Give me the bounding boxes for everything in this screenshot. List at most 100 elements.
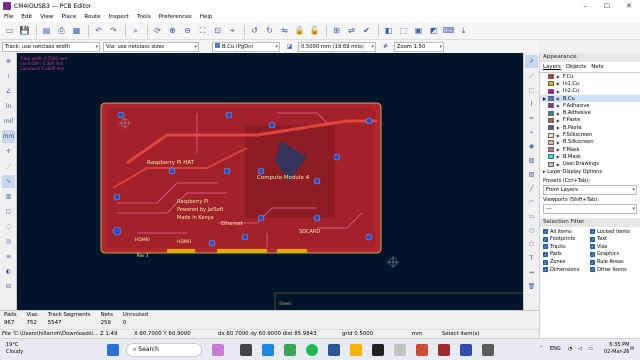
tab-layers[interactable]: Layers xyxy=(543,64,561,70)
local-ratsnest-icon[interactable]: ⟋ xyxy=(525,70,538,83)
pad-sketch-icon[interactable]: ◌ xyxy=(2,220,15,233)
checkbox-checked-icon[interactable]: ✓ xyxy=(590,236,595,242)
battery-icon[interactable]: ▭ xyxy=(588,346,593,352)
terminal-icon[interactable] xyxy=(372,344,384,356)
footprint-editor-icon[interactable]: ⬚ xyxy=(397,24,410,37)
checkbox-checked-icon[interactable]: ✓ xyxy=(543,236,548,242)
layer-row[interactable]: ◉ B.Silkscreen xyxy=(540,139,640,146)
page-settings-icon[interactable]: ▤ xyxy=(40,24,53,37)
units-inch-icon[interactable]: in xyxy=(2,100,15,113)
zone-outline-icon[interactable]: ▢ xyxy=(2,205,15,218)
maximize-button[interactable]: ☐ xyxy=(596,0,618,12)
selection-filter-item[interactable]: ✓ Text xyxy=(590,235,637,243)
word-icon[interactable] xyxy=(328,344,340,356)
dimension-icon[interactable]: ↔ xyxy=(525,266,538,279)
eye-visibility-icon[interactable]: ◉ xyxy=(556,140,561,145)
layer-row[interactable]: ◉ B.Mask xyxy=(540,153,640,160)
refresh-icon[interactable]: ⟳ xyxy=(151,24,164,37)
layer-display-options-toggle[interactable]: ▸ Layer Display Options xyxy=(540,168,640,176)
menu-view[interactable]: View xyxy=(40,14,53,20)
drc-icon[interactable]: ✔ xyxy=(360,24,373,37)
diff-pair-icon[interactable]: ≈ xyxy=(525,112,538,125)
rotate-cw-icon[interactable]: ↻ xyxy=(263,24,276,37)
presets-dropdown[interactable]: Front Layers ▾ xyxy=(543,184,637,195)
layer-color-swatch[interactable] xyxy=(548,103,554,109)
layer-row[interactable]: ◉ F.Paste xyxy=(540,117,640,124)
tab-objects[interactable]: Objects xyxy=(566,64,586,70)
selection-filter-item[interactable]: ✓ Graphics xyxy=(590,251,637,259)
add-footprint-icon[interactable]: ⬚ xyxy=(525,84,538,97)
layer-row[interactable]: ◉ B.Adhesive xyxy=(540,109,640,116)
draw-circle-icon[interactable]: ○ xyxy=(525,224,538,237)
menu-file[interactable]: File xyxy=(4,14,13,20)
grid-toggle-icon[interactable]: ⁞ xyxy=(2,70,15,83)
selection-filter-item[interactable]: ✓ Vias xyxy=(590,243,637,251)
lock-icon[interactable]: 🔒 xyxy=(293,24,306,37)
checkbox-checked-icon[interactable]: ✓ xyxy=(590,251,595,257)
pdf-reader-icon[interactable] xyxy=(438,344,450,356)
eye-visibility-icon[interactable]: ◉ xyxy=(556,133,561,138)
checkbox-checked-icon[interactable]: ✓ xyxy=(590,244,595,250)
add-zone-icon[interactable]: ▧ xyxy=(525,154,538,167)
zoom-objects-icon[interactable]: ⊡ xyxy=(211,24,224,37)
eye-visibility-icon[interactable]: ◉ xyxy=(556,111,561,116)
checkbox-checked-icon[interactable]: ✓ xyxy=(543,251,548,257)
draw-polygon-icon[interactable]: ⬠ xyxy=(525,238,538,251)
rule-area-icon[interactable]: ▨ xyxy=(525,168,538,181)
calculator-icon[interactable] xyxy=(394,344,406,356)
save-icon[interactable]: 💾 xyxy=(18,24,31,37)
chrome-icon[interactable] xyxy=(284,344,296,356)
selection-filter-item[interactable]: ✓ Pads xyxy=(543,251,590,259)
windows-start-icon[interactable] xyxy=(107,344,119,356)
layer-color-swatch[interactable] xyxy=(548,74,554,80)
checkbox-checked-icon[interactable]: ✓ xyxy=(590,229,595,235)
viewports-dropdown[interactable]: --- ▾ xyxy=(543,203,637,214)
search-icon[interactable]: ⌕ xyxy=(129,24,142,37)
tune-length-icon[interactable]: ⌁ xyxy=(525,126,538,139)
layer-row[interactable]: ◉ F.Adhesive xyxy=(540,102,640,109)
add-text-icon[interactable]: T xyxy=(525,252,538,265)
layer-color-swatch[interactable] xyxy=(548,132,554,138)
zoom-in-icon[interactable]: ⊕ xyxy=(166,24,179,37)
plot-icon[interactable]: ▦ xyxy=(70,24,83,37)
vscode-icon[interactable] xyxy=(262,344,274,356)
layer-color-swatch[interactable] xyxy=(548,110,554,116)
kicad-icon[interactable] xyxy=(460,344,472,356)
net-inspector-icon[interactable]: ⊟ xyxy=(2,280,15,293)
layer-row[interactable]: ◉ B.Paste xyxy=(540,124,640,131)
tab-nets[interactable]: Nets xyxy=(591,64,603,70)
eye-visibility-icon[interactable]: ◉ xyxy=(556,89,561,94)
unlock-icon[interactable]: 🔓 xyxy=(308,24,321,37)
clock[interactable]: 6:35 PM 02-Mar-26 xyxy=(604,342,629,356)
appearance-header[interactable]: Appearance xyxy=(540,53,640,62)
mail-icon[interactable] xyxy=(416,344,428,356)
selection-filter-header[interactable]: Selection Filter xyxy=(540,217,640,227)
layer-color-swatch[interactable] xyxy=(548,139,554,145)
checkbox-checked-icon[interactable]: ✓ xyxy=(543,229,548,235)
layer-icon[interactable]: ◧ xyxy=(382,24,395,37)
print-icon[interactable]: ⎙ xyxy=(55,24,68,37)
connector-pads[interactable] xyxy=(167,249,307,253)
pcb-canvas[interactable]: Track width 0.2500 mm Via 0.600 / 0.300 … xyxy=(17,53,523,310)
app-icon[interactable] xyxy=(482,344,494,356)
language-indicator[interactable]: ENG xyxy=(550,346,561,352)
units-mm-icon[interactable]: mm xyxy=(2,130,15,143)
close-button[interactable]: ✕ xyxy=(618,0,640,12)
track-width-dropdown[interactable]: Track: use netclass width ▾ xyxy=(2,41,100,52)
layer-color-swatch[interactable] xyxy=(548,161,554,167)
layer-row[interactable]: ◉ F.Silkscreen xyxy=(540,131,640,138)
zoom-fit-icon[interactable]: ⛶ xyxy=(196,24,209,37)
new-board-icon[interactable]: ▭ xyxy=(3,24,16,37)
flip-icon[interactable]: ⇋ xyxy=(278,24,291,37)
3d-viewer-icon[interactable]: ◩ xyxy=(427,24,440,37)
layer-row[interactable]: ◉ In2.Cu xyxy=(540,88,640,95)
add-via-icon[interactable]: ◉ xyxy=(525,140,538,153)
layer-color-swatch[interactable] xyxy=(548,81,554,87)
eye-visibility-icon[interactable]: ◉ xyxy=(556,103,561,108)
copilot-icon[interactable] xyxy=(212,344,224,356)
layer-row[interactable]: ▶ ◉ B.Cu xyxy=(540,94,640,103)
selection-filter-item[interactable]: ✓ Dimensions xyxy=(543,266,590,274)
scripting-icon[interactable]: ⌨ xyxy=(442,24,455,37)
layer-color-swatch[interactable] xyxy=(548,147,554,153)
units-mil-icon[interactable]: mil xyxy=(2,115,15,128)
